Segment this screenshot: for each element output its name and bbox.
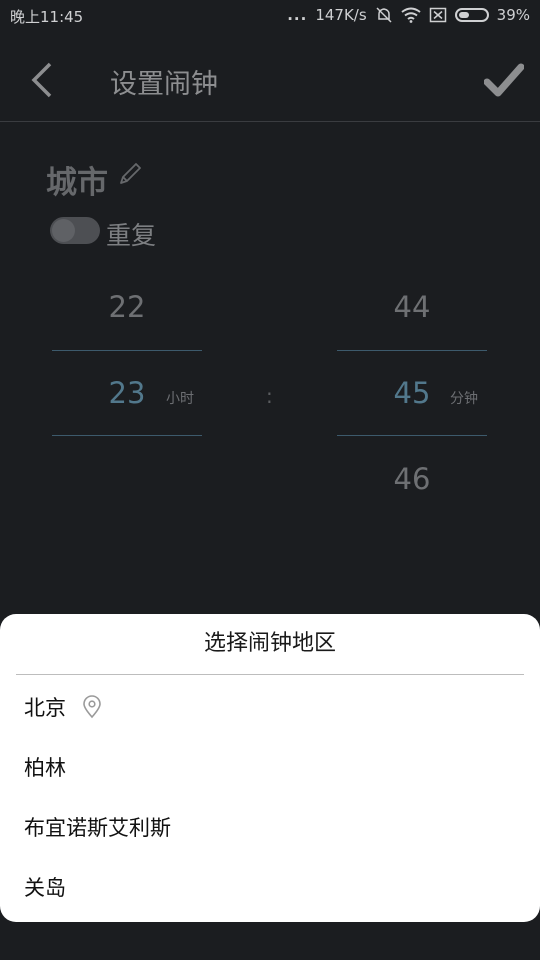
toggle-knob (52, 219, 75, 242)
status-bar: 晚上11:45 ... 147K/s 39% (0, 0, 540, 30)
battery-percent: 39% (496, 6, 530, 24)
region-picker-sheet: 选择闹钟地区 北京 柏林 布宜诺斯艾利斯 关岛 (0, 614, 540, 922)
minute-top-line (337, 350, 487, 351)
battery-icon (454, 8, 489, 22)
hour-prev[interactable]: 22 (52, 290, 202, 324)
more-dots: ... (287, 6, 308, 24)
pencil-icon[interactable] (117, 161, 143, 187)
alarm-city-label[interactable]: 城市 (46, 157, 108, 202)
region-item-guam[interactable]: 关岛 (24, 872, 66, 902)
bell-off-icon (376, 7, 392, 23)
page-title: 设置闹钟 (110, 69, 218, 100)
chevron-left-icon[interactable] (28, 60, 58, 100)
minute-bottom-line (337, 435, 487, 436)
wifi-icon (401, 7, 421, 23)
sheet-title: 选择闹钟地区 (203, 631, 336, 656)
check-icon[interactable] (484, 60, 524, 100)
minute-next[interactable]: 46 (337, 462, 487, 496)
location-pin-icon (83, 695, 101, 719)
region-item-label: 柏林 (24, 756, 66, 780)
region-item-buenos-aires[interactable]: 布宜诺斯艾利斯 (24, 812, 171, 842)
region-item-label: 布宜诺斯艾利斯 (24, 816, 171, 840)
network-speed: 147K/s (315, 6, 367, 24)
minute-prev[interactable]: 44 (337, 290, 487, 324)
repeat-toggle[interactable] (50, 217, 100, 244)
hour-bottom-line (52, 435, 202, 436)
region-item-label: 北京 (24, 696, 66, 720)
app-bar: 设置闹钟 (0, 40, 540, 122)
region-item-beijing[interactable]: 北京 (24, 692, 102, 722)
minute-unit: 分钟 (450, 391, 478, 407)
status-time: 晚上11:45 (10, 8, 84, 26)
hour-top-line (52, 350, 202, 351)
time-separator: : (266, 384, 273, 408)
region-item-label: 关岛 (24, 876, 66, 900)
hour-unit: 小时 (166, 391, 194, 407)
region-item-berlin[interactable]: 柏林 (24, 752, 66, 782)
sim-blocked-icon (429, 7, 446, 23)
status-icons: ... 147K/s 39% (287, 6, 530, 24)
repeat-label: 重复 (106, 221, 157, 250)
sheet-divider (16, 674, 524, 675)
